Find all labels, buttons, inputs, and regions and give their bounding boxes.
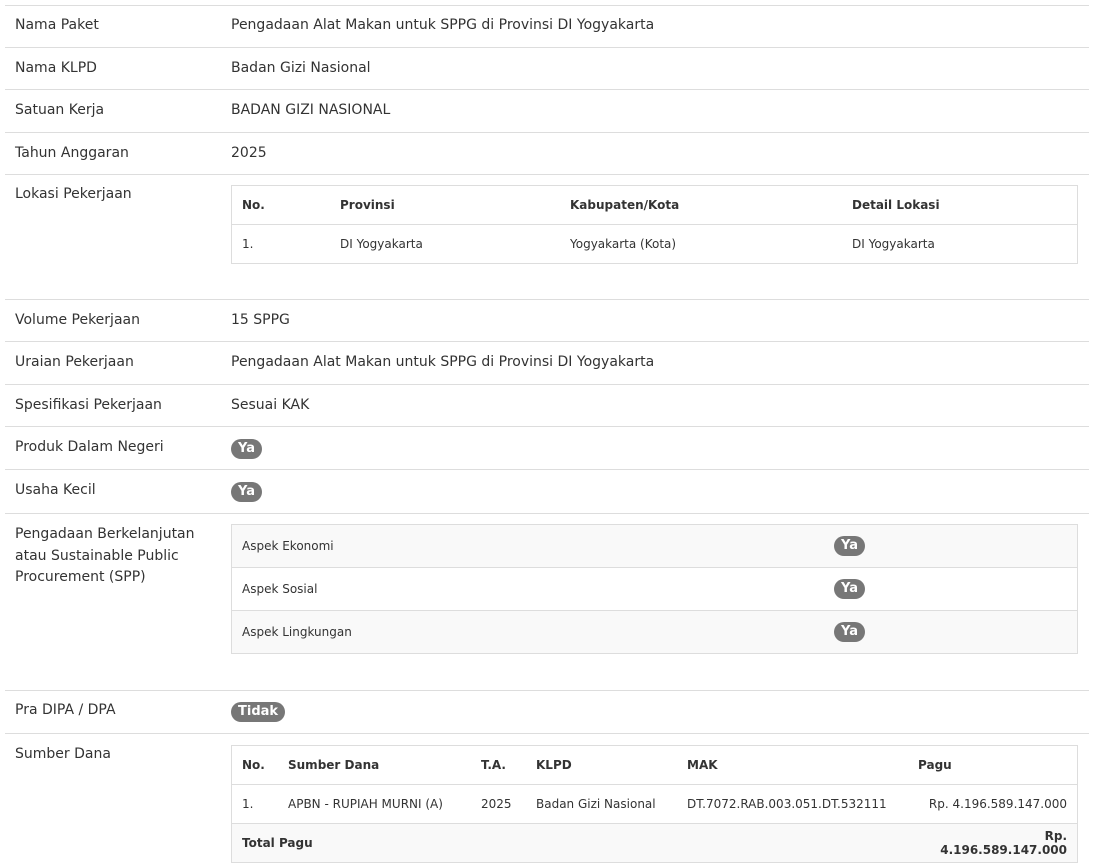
spp-table: Aspek Ekonomi Ya Aspek Sosial Ya Aspek L… xyxy=(232,525,1077,653)
lokasi-table: No. Provinsi Kabupaten/Kota Detail Lokas… xyxy=(232,186,1077,263)
value-volume-pekerjaan: 15 SPPG xyxy=(231,312,290,328)
cell-sumber-dana: APBN - RUPIAH MURNI (A) xyxy=(278,784,471,824)
header-pagu: Pagu xyxy=(918,758,952,772)
row-produk-dalam-negeri: Produk Dalam Negeri Ya xyxy=(5,426,1089,470)
header-ta: T.A. xyxy=(481,758,506,772)
table-row: Aspek Sosial Ya xyxy=(232,567,1077,611)
cell-aspek: Aspek Ekonomi xyxy=(232,525,824,568)
total-pagu-label: Total Pagu xyxy=(232,823,908,862)
label-spp-line: Pengadaan Berkelanjutan xyxy=(15,526,195,542)
table-row: Aspek Lingkungan Ya xyxy=(232,610,1077,653)
status-badge: Ya xyxy=(834,536,865,556)
value-nama-klpd: Badan Gizi Nasional xyxy=(231,60,371,76)
header-no: No. xyxy=(242,198,265,212)
header-detail-lokasi: Detail Lokasi xyxy=(852,198,940,212)
row-tahun-anggaran: Tahun Anggaran 2025 xyxy=(5,132,1089,175)
header-kabupaten: Kabupaten/Kota xyxy=(570,198,680,212)
label-spp-line: atau Sustainable Public xyxy=(15,547,179,564)
dana-table: No. Sumber Dana T.A. KLPD MAK Pagu 1. AP… xyxy=(232,746,1077,862)
cell-pagu: Rp. 4.196.589.147.000 xyxy=(908,784,1077,824)
row-uraian-pekerjaan: Uraian Pekerjaan Pengadaan Alat Makan un… xyxy=(5,341,1089,384)
status-badge: Ya xyxy=(231,439,262,459)
table-row: 1. DI Yogyakarta Yogyakarta (Kota) DI Yo… xyxy=(232,224,1077,263)
header-sumber-dana: Sumber Dana xyxy=(288,758,380,772)
label-nama-paket: Nama Paket xyxy=(15,17,99,33)
value-uraian-pekerjaan: Pengadaan Alat Makan untuk SPPG di Provi… xyxy=(231,354,655,370)
cell-kabupaten: Yogyakarta (Kota) xyxy=(560,224,842,263)
cell-aspek: Aspek Sosial xyxy=(232,567,824,611)
label-produk-dalam-negeri: Produk Dalam Negeri xyxy=(15,439,164,455)
dana-table-wrap: No. Sumber Dana T.A. KLPD MAK Pagu 1. AP… xyxy=(231,745,1078,863)
value-usaha-kecil: Ya xyxy=(231,481,262,503)
label-sumber-dana: Sumber Dana xyxy=(15,746,111,762)
table-row: Aspek Ekonomi Ya xyxy=(232,525,1077,568)
label-spp: Pengadaan Berkelanjutan atau Sustainable… xyxy=(15,524,215,589)
row-pra-dipa: Pra DIPA / DPA Tidak xyxy=(5,690,1089,734)
table-row: 1. APBN - RUPIAH MURNI (A) 2025 Badan Gi… xyxy=(232,784,1077,824)
cell-no: 1. xyxy=(232,784,278,824)
label-satuan-kerja: Satuan Kerja xyxy=(15,102,105,118)
row-spp: Pengadaan Berkelanjutan atau Sustainable… xyxy=(5,513,1089,691)
total-pagu-value: Rp. 4.196.589.147.000 xyxy=(908,823,1077,862)
cell-aspek-badge: Ya xyxy=(824,567,1077,611)
row-volume-pekerjaan: Volume Pekerjaan 15 SPPG xyxy=(5,299,1089,342)
cell-mak: DT.7072.RAB.003.051.DT.532111 xyxy=(677,784,908,824)
value-spesifikasi-pekerjaan: Sesuai KAK xyxy=(231,397,310,413)
row-satuan-kerja: Satuan Kerja BADAN GIZI NASIONAL xyxy=(5,89,1089,132)
cell-klpd: Badan Gizi Nasional xyxy=(526,784,677,824)
label-volume-pekerjaan: Volume Pekerjaan xyxy=(15,312,140,328)
row-spesifikasi-pekerjaan: Spesifikasi Pekerjaan Sesuai KAK xyxy=(5,384,1089,427)
table-total-row: Total Pagu Rp. 4.196.589.147.000 xyxy=(232,823,1077,862)
row-sumber-dana: Sumber Dana No. Sumber Dana T.A. KLPD MA… xyxy=(5,733,1089,863)
status-badge: Ya xyxy=(231,482,262,502)
value-produk-dalam-negeri: Ya xyxy=(231,438,262,460)
row-usaha-kecil: Usaha Kecil Ya xyxy=(5,469,1089,514)
label-spp-line: Procurement (SPP) xyxy=(15,569,146,585)
header-klpd: KLPD xyxy=(536,758,572,772)
table-header-row: No. Sumber Dana T.A. KLPD MAK Pagu xyxy=(232,746,1077,785)
spp-table-wrap: Aspek Ekonomi Ya Aspek Sosial Ya Aspek L… xyxy=(231,524,1078,654)
cell-aspek: Aspek Lingkungan xyxy=(232,610,824,653)
label-lokasi-pekerjaan: Lokasi Pekerjaan xyxy=(15,186,132,202)
table-header-row: No. Provinsi Kabupaten/Kota Detail Lokas… xyxy=(232,186,1077,225)
row-nama-klpd: Nama KLPD Badan Gizi Nasional xyxy=(5,47,1089,90)
status-badge: Tidak xyxy=(231,702,286,722)
cell-ta: 2025 xyxy=(471,784,526,824)
cell-no: 1. xyxy=(232,224,330,263)
value-nama-paket: Pengadaan Alat Makan untuk SPPG di Provi… xyxy=(231,17,655,33)
status-badge: Ya xyxy=(834,579,865,599)
header-mak: MAK xyxy=(687,758,718,772)
cell-aspek-badge: Ya xyxy=(824,610,1077,653)
status-badge: Ya xyxy=(834,622,865,642)
header-no: No. xyxy=(242,758,265,772)
row-nama-paket: Nama Paket Pengadaan Alat Makan untuk SP… xyxy=(5,5,1089,48)
header-provinsi: Provinsi xyxy=(340,198,395,212)
value-satuan-kerja: BADAN GIZI NASIONAL xyxy=(231,102,391,118)
lokasi-table-wrap: No. Provinsi Kabupaten/Kota Detail Lokas… xyxy=(231,185,1078,264)
label-spesifikasi-pekerjaan: Spesifikasi Pekerjaan xyxy=(15,397,162,413)
label-usaha-kecil: Usaha Kecil xyxy=(15,482,96,498)
label-tahun-anggaran: Tahun Anggaran xyxy=(15,145,129,161)
value-tahun-anggaran: 2025 xyxy=(231,145,267,161)
cell-aspek-badge: Ya xyxy=(824,525,1077,568)
label-pra-dipa: Pra DIPA / DPA xyxy=(15,702,116,718)
value-pra-dipa: Tidak xyxy=(231,701,286,723)
label-uraian-pekerjaan: Uraian Pekerjaan xyxy=(15,354,134,370)
label-nama-klpd: Nama KLPD xyxy=(15,60,97,76)
cell-detail-lokasi: DI Yogyakarta xyxy=(842,224,1077,263)
row-lokasi-pekerjaan: Lokasi Pekerjaan No. Provinsi Kabupaten/… xyxy=(5,174,1089,300)
cell-provinsi: DI Yogyakarta xyxy=(330,224,560,263)
